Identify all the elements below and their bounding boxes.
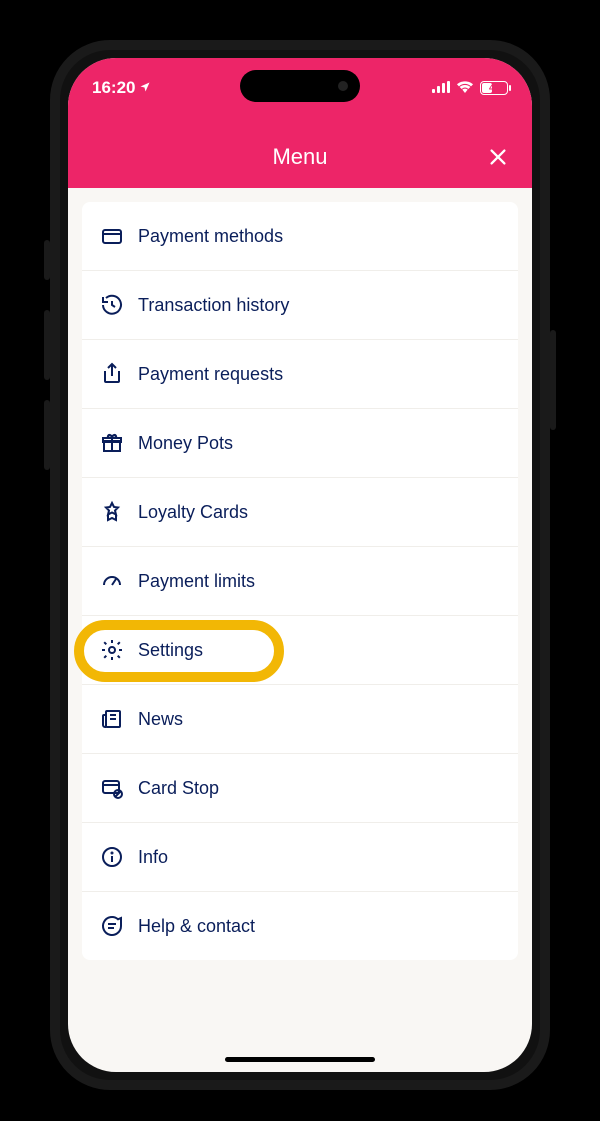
menu-label: Info: [138, 847, 168, 868]
history-icon: [100, 293, 124, 317]
status-time: 16:20: [92, 78, 135, 98]
app-header: 16:20: [68, 58, 532, 188]
menu-item-payment-methods[interactable]: Payment methods: [82, 202, 518, 271]
location-icon: [139, 80, 151, 96]
menu-label: News: [138, 709, 183, 730]
menu-panel: Payment methods Transaction history Paym…: [82, 202, 518, 960]
chat-icon: [100, 914, 124, 938]
menu-label: Transaction history: [138, 295, 289, 316]
news-icon: [100, 707, 124, 731]
menu-label: Money Pots: [138, 433, 233, 454]
close-button[interactable]: [486, 145, 510, 169]
menu-label: Card Stop: [138, 778, 219, 799]
wifi-icon: [456, 78, 474, 98]
home-indicator[interactable]: [225, 1057, 375, 1062]
status-bar: 16:20: [92, 76, 508, 100]
menu-item-news[interactable]: News: [82, 685, 518, 754]
menu-item-help-contact[interactable]: Help & contact: [82, 892, 518, 960]
menu-item-payment-requests[interactable]: Payment requests: [82, 340, 518, 409]
menu-label: Payment limits: [138, 571, 255, 592]
battery-percent: 41: [481, 83, 507, 93]
menu-label: Help & contact: [138, 916, 255, 937]
menu-item-transaction-history[interactable]: Transaction history: [82, 271, 518, 340]
menu-label: Loyalty Cards: [138, 502, 248, 523]
menu-item-card-stop[interactable]: Card Stop: [82, 754, 518, 823]
menu-label: Payment requests: [138, 364, 283, 385]
battery-icon: 41: [480, 81, 508, 95]
gear-icon: [100, 638, 124, 662]
menu-item-settings[interactable]: Settings: [82, 616, 518, 685]
screen: 16:20: [68, 58, 532, 1072]
gauge-icon: [100, 569, 124, 593]
menu-item-payment-limits[interactable]: Payment limits: [82, 547, 518, 616]
menu-item-money-pots[interactable]: Money Pots: [82, 409, 518, 478]
card-icon: [100, 224, 124, 248]
loyalty-icon: [100, 500, 124, 524]
card-stop-icon: [100, 776, 124, 800]
menu-label: Payment methods: [138, 226, 283, 247]
cellular-icon: [432, 78, 450, 98]
info-icon: [100, 845, 124, 869]
gift-icon: [100, 431, 124, 455]
menu-item-info[interactable]: Info: [82, 823, 518, 892]
menu-item-loyalty-cards[interactable]: Loyalty Cards: [82, 478, 518, 547]
request-icon: [100, 362, 124, 386]
page-title: Menu: [272, 144, 327, 170]
phone-frame: 16:20: [50, 40, 550, 1090]
menu-label: Settings: [138, 640, 203, 661]
phone-power-button: [550, 330, 556, 430]
